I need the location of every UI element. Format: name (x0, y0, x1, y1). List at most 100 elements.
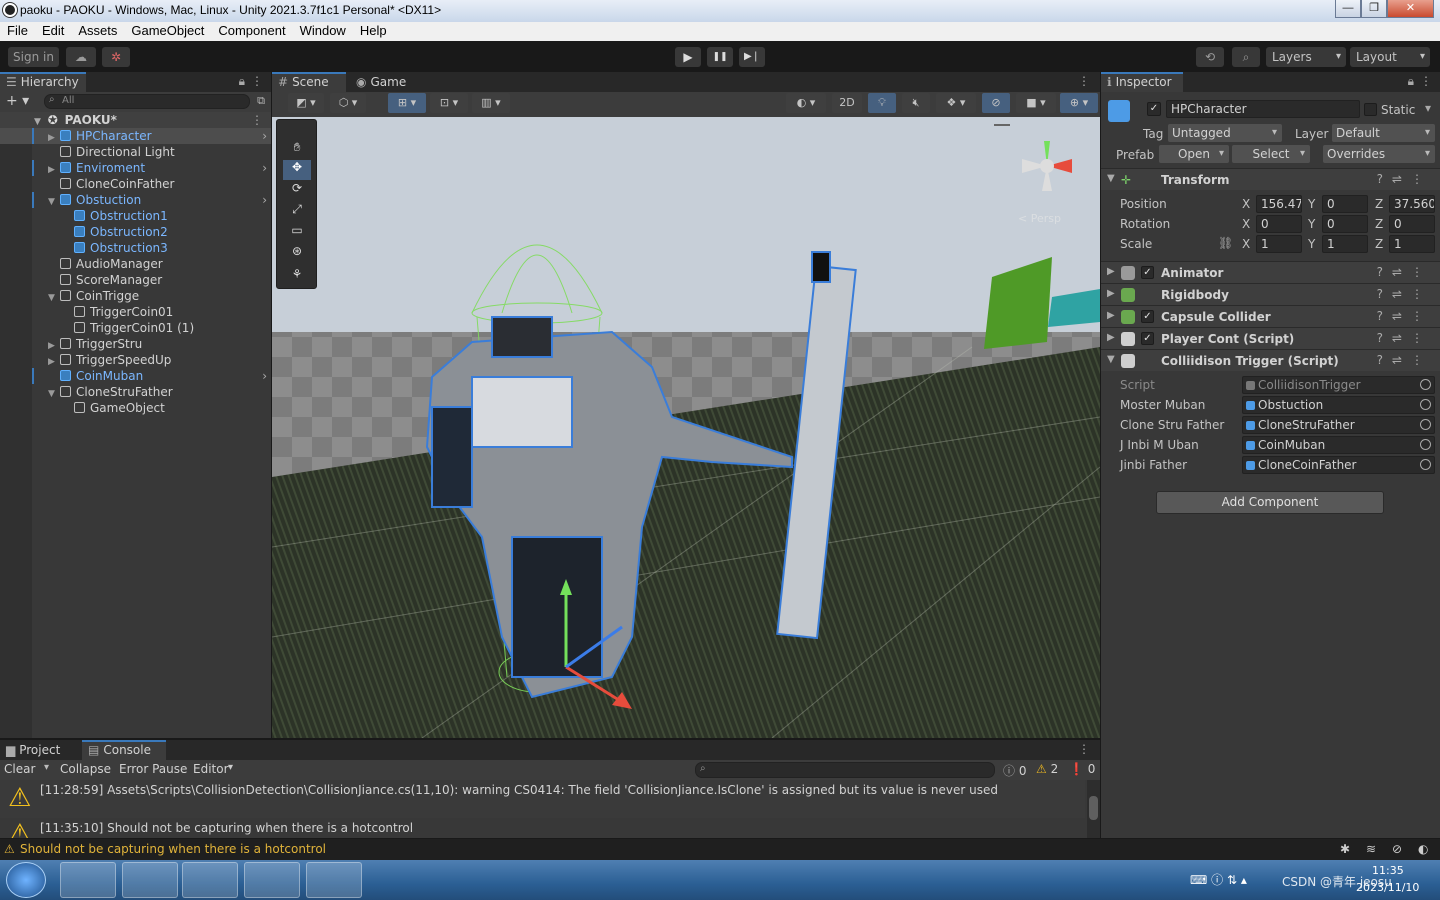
editor-dropdown[interactable]: Editor (193, 762, 229, 776)
unity-hub-taskbar-icon[interactable] (60, 862, 116, 898)
component-header[interactable]: ▶ ✓ Player Cont (Script) ?⇌⋮ (1101, 327, 1440, 349)
object-reference-field[interactable]: Obstuction (1242, 396, 1435, 414)
scale-x-field[interactable]: 1 (1256, 235, 1302, 253)
hierarchy-item[interactable]: ▼ CoinTrigge (0, 288, 271, 304)
progress-icon[interactable]: ≋ (1366, 839, 1376, 860)
debug-icon[interactable]: ✱ (1340, 839, 1350, 860)
render-mode-dropdown[interactable]: ⬡ ▾ (330, 93, 366, 113)
clear-options-icon[interactable]: ▾ (44, 762, 49, 773)
hierarchy-item[interactable]: Obstruction3 (0, 240, 271, 256)
component-enabled-checkbox[interactable]: ✓ (1141, 310, 1154, 323)
hierarchy-item[interactable]: Obstruction1 (0, 208, 271, 224)
history-icon[interactable]: ⟲ (1196, 47, 1224, 67)
component-header[interactable]: ▼ Colliidison Trigger (Script) ?⇌⋮ (1101, 349, 1440, 371)
scene-visibility-icon[interactable]: ⧉ (257, 94, 265, 108)
chrome-taskbar-icon[interactable] (306, 862, 362, 898)
add-icon[interactable]: + ▾ (6, 93, 29, 109)
hierarchy-item[interactable]: ▶ HPCharacter › (0, 128, 271, 144)
hand-tool-icon[interactable]: ✋︎ (283, 140, 311, 160)
prefab-overrides-dropdown[interactable]: Overrides (1323, 145, 1435, 163)
object-picker-icon[interactable] (1420, 399, 1431, 410)
prefab-open-icon[interactable]: › (262, 192, 267, 208)
hierarchy-item[interactable]: ▶ Enviroment › (0, 160, 271, 176)
object-name-field[interactable]: HPCharacter (1166, 100, 1360, 118)
scale-tool-icon[interactable]: ⤢ (283, 202, 311, 222)
info-count[interactable]: ⓘ 0 (1003, 762, 1026, 779)
component-enabled-checkbox[interactable]: ✓ (1141, 266, 1154, 279)
view-orientation-gizmo[interactable] (1012, 131, 1082, 201)
rotation-x-field[interactable]: 0 (1256, 215, 1302, 233)
cache-icon[interactable]: ⊘ (1392, 839, 1402, 860)
rotation-y-field[interactable]: 0 (1322, 215, 1368, 233)
hierarchy-search-input[interactable]: ⌕ All (44, 94, 250, 109)
component-tools-icon[interactable]: ?⇌⋮ (1377, 331, 1432, 345)
tab-hierarchy[interactable]: ☰ Hierarchy (0, 72, 86, 92)
kebab-menu-icon[interactable]: ⋮ (251, 74, 263, 88)
object-picker-icon[interactable] (1420, 439, 1431, 450)
collab-status-icon[interactable]: ◐ (1418, 839, 1428, 860)
error-pause-button[interactable]: Error Pause (119, 762, 187, 776)
console-message-row[interactable]: ⚠ [11:35:10] Should not be capturing whe… (0, 818, 1085, 838)
mode-2d-button[interactable]: 2D (832, 93, 862, 113)
console-search-input[interactable]: ⌕ (695, 762, 995, 778)
menu-gameobject[interactable]: GameObject (124, 22, 211, 38)
menu-edit[interactable]: Edit (35, 22, 71, 38)
audio-icon[interactable]: 🔇︎ (902, 93, 930, 113)
prefab-select-button[interactable]: Select (1232, 145, 1310, 163)
layer-dropdown[interactable]: Default (1332, 124, 1435, 142)
tab-inspector[interactable]: ℹ Inspector (1101, 72, 1183, 92)
hierarchy-item[interactable]: TriggerCoin01 (1) (0, 320, 271, 336)
hierarchy-item[interactable]: CloneCoinFather (0, 176, 271, 192)
close-window-button[interactable]: ✕ (1387, 0, 1434, 18)
position-x-field[interactable]: 156.47 (1256, 195, 1302, 213)
move-tool-icon[interactable]: ✥ (283, 160, 311, 180)
layout-dropdown[interactable]: Layout (1350, 47, 1430, 67)
persp-label[interactable]: < Persp (1018, 212, 1061, 225)
object-picker-icon[interactable] (1420, 419, 1431, 430)
tab-scene[interactable]: # Scene (272, 72, 346, 92)
object-picker-icon[interactable] (1420, 459, 1431, 470)
foldout-open-icon[interactable]: ▼ (1107, 173, 1115, 184)
position-z-field[interactable]: 37.560 (1389, 195, 1435, 213)
tab-project[interactable]: ▆ Project (0, 740, 80, 760)
component-header[interactable]: ▶ ✓ Animator ?⇌⋮ (1101, 261, 1440, 283)
menu-file[interactable]: File (0, 22, 35, 38)
clock-date[interactable]: 2023/11/10 (1356, 881, 1419, 894)
increment-snap-icon[interactable]: ⊡ ▾ (430, 93, 468, 113)
search-icon[interactable]: ⌕ (1232, 47, 1260, 67)
hierarchy-item[interactable]: Directional Light (0, 144, 271, 160)
draw-mode-dropdown[interactable]: ◩ ▾ (288, 93, 324, 113)
active-checkbox[interactable]: ✓ (1147, 102, 1161, 116)
status-message[interactable]: Should not be capturing when there is a … (20, 839, 326, 860)
transform-header[interactable]: ▼ ✛ Transform ?⇌⋮ (1101, 168, 1440, 190)
rect-tool-icon[interactable]: ▭ (283, 223, 311, 243)
scene-menu-icon[interactable]: ⋮ (251, 112, 263, 128)
hierarchy-item[interactable]: ▼ Obstuction › (0, 192, 271, 208)
lighting-icon[interactable]: 💡︎ (868, 93, 896, 113)
custom-tool-icon[interactable]: ⚘ (283, 267, 311, 287)
transform-tool-icon[interactable]: ⊛ (283, 244, 311, 264)
sign-in-button[interactable]: Sign in (8, 47, 59, 67)
prefab-open-icon[interactable]: › (262, 160, 267, 176)
rotate-tool-icon[interactable]: ⟳ (283, 181, 311, 201)
foldout-closed-icon[interactable]: ▶ (1107, 288, 1115, 299)
menu-help[interactable]: Help (353, 22, 394, 38)
scene-root-row[interactable]: ▼ ✪ PAOKU* ⋮ (0, 112, 271, 128)
editor-dropdown-icon[interactable]: ▾ (228, 762, 233, 773)
tab-console[interactable]: ▤ Console (82, 740, 166, 760)
menu-component[interactable]: Component (211, 22, 292, 38)
start-button[interactable] (6, 862, 46, 898)
gizmos-icon[interactable]: ⊕ ▾ (1060, 93, 1098, 113)
component-tools-icon[interactable]: ?⇌⋮ (1377, 287, 1432, 301)
hierarchy-item[interactable]: ▶ TriggerStru (0, 336, 271, 352)
shading-mode-dropdown[interactable]: ◐ ▾ (786, 93, 826, 113)
tray-icons[interactable]: ⌨ ⓘ ⇅ ▴ (1190, 871, 1247, 888)
unity-editor-taskbar-icon[interactable] (122, 862, 178, 898)
scale-z-field[interactable]: 1 (1389, 235, 1435, 253)
effects-icon[interactable]: ❖ ▾ (936, 93, 976, 113)
clock-time[interactable]: 11:35 (1372, 864, 1404, 877)
prefab-open-icon[interactable]: › (262, 128, 267, 144)
hierarchy-item[interactable]: ▼ CloneStruFather (0, 384, 271, 400)
component-enabled-checkbox[interactable]: ✓ (1141, 332, 1154, 345)
play-button[interactable]: ▶ (675, 47, 701, 67)
